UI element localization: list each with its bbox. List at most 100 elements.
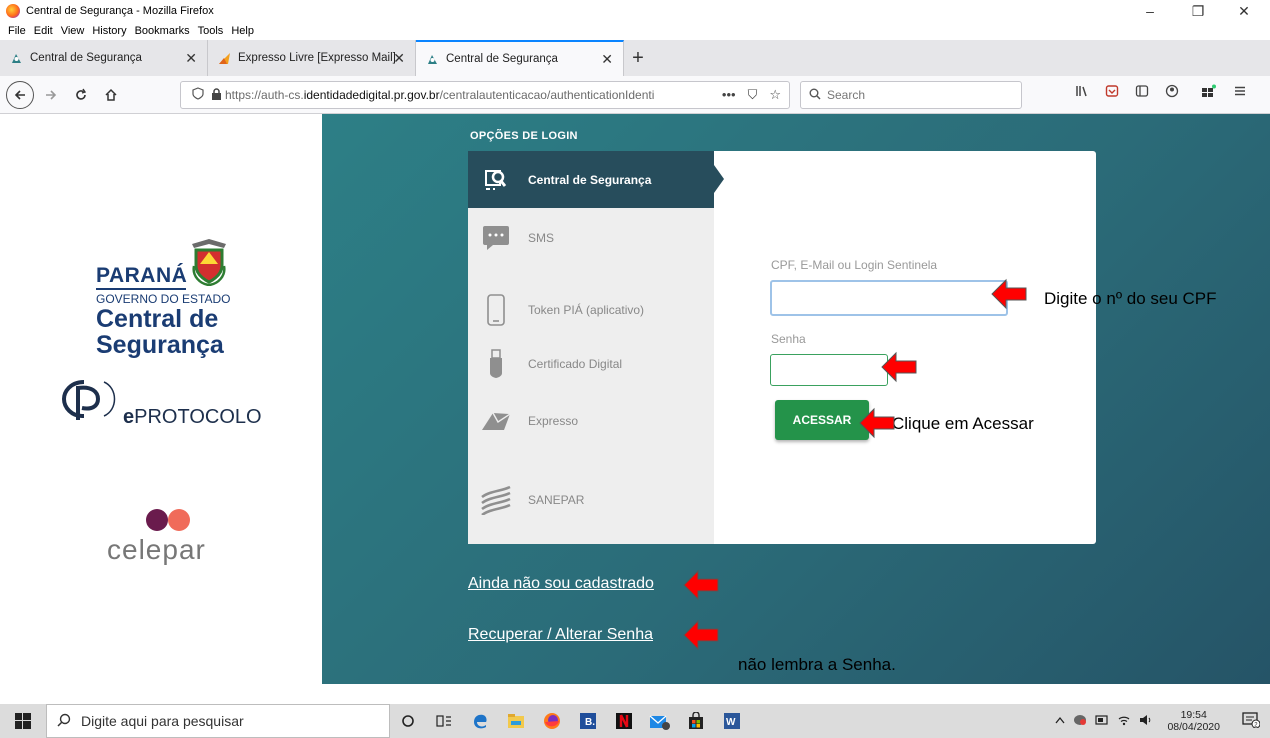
login-options-heading: OPÇÕES DE LOGIN [470, 130, 578, 142]
search-shield-icon [478, 167, 514, 193]
tab-close-icon[interactable]: ✕ [601, 51, 613, 68]
option-label: Certificado Digital [528, 357, 623, 371]
eprotocolo-rest: PROTOCOLO [134, 406, 262, 428]
new-tab-button[interactable]: + [624, 40, 652, 76]
mail-icon [478, 410, 514, 432]
option-sanepar[interactable]: SANEPAR [468, 478, 714, 522]
url-actions: ••• ⛉ ☆ [722, 87, 781, 103]
option-central-seguranca[interactable]: Central de Segurança [468, 151, 724, 208]
menu-hamburger-icon[interactable] [1233, 84, 1247, 101]
parana-coat-of-arms-icon [192, 239, 226, 286]
chevron-up-icon[interactable] [1055, 715, 1065, 727]
url-bar[interactable]: https://auth-cs. identidadedigital.pr.gov… [180, 81, 790, 109]
forward-button[interactable] [38, 82, 64, 108]
menu-tools[interactable]: Tools [198, 25, 224, 37]
menu-help[interactable]: Help [231, 25, 254, 37]
b-app-icon[interactable]: B. [570, 704, 606, 738]
annotation-acessar: Clique em Acessar [892, 414, 1034, 433]
reload-button[interactable] [68, 82, 94, 108]
windows-taskbar: Digite aqui para pesquisar B. W 19:54 08… [0, 704, 1270, 738]
tab-close-icon[interactable]: ✕ [393, 50, 405, 67]
page-content: PARANÁ GOVERNO DO ESTADO Central de Segu… [0, 114, 1270, 684]
pocket-icon[interactable]: ⛉ [748, 87, 758, 103]
cortana-icon[interactable] [390, 704, 426, 738]
link-recuperar-senha[interactable]: Recuperar / Alterar Senha [468, 626, 653, 644]
tracking-shield-icon[interactable] [189, 87, 207, 103]
menu-bar: File Edit View History Bookmarks Tools H… [0, 22, 1270, 40]
wifi-icon[interactable] [1117, 714, 1131, 729]
bookmark-star-icon[interactable]: ☆ [769, 87, 781, 103]
edge-icon[interactable] [462, 704, 498, 738]
tab-label: Central de Segurança [446, 53, 558, 65]
account-icon[interactable] [1165, 84, 1179, 101]
volume-icon[interactable] [1139, 714, 1153, 729]
option-label: SMS [528, 231, 555, 245]
option-expresso[interactable]: Expresso [468, 401, 714, 441]
red-arrow-left-icon [683, 619, 719, 651]
word-icon[interactable]: W [714, 704, 750, 738]
governo-text: GOVERNO DO ESTADO [96, 292, 231, 306]
red-arrow-left-icon [859, 407, 895, 439]
url-path: /centralautenticacao/authenticationIdent… [439, 88, 655, 102]
back-button[interactable] [6, 80, 34, 109]
window-title: Central de Segurança - Mozilla Firefox [26, 5, 214, 17]
maximize-button[interactable]: ❐ [1178, 0, 1218, 22]
cpf-input[interactable] [770, 280, 1008, 316]
central-seguranca-logo: Central de Segurança [96, 306, 256, 358]
option-sms[interactable]: SMS [468, 218, 714, 258]
option-certificado-digital[interactable]: Certificado Digital [468, 344, 714, 384]
firefox-taskbar-icon[interactable] [534, 704, 570, 738]
mail-taskbar-icon[interactable] [642, 704, 678, 738]
parana-logo-text: PARANÁ [96, 264, 188, 287]
link-ainda-nao-cadastrado[interactable]: Ainda não sou cadastrado [468, 575, 654, 593]
notifications-icon[interactable]: 2 [1242, 712, 1261, 731]
menu-bookmarks[interactable]: Bookmarks [135, 25, 190, 37]
acessar-button[interactable]: ACESSAR [775, 400, 869, 440]
tab-expresso-livre[interactable]: Expresso Livre [Expresso Mail] ✕ [208, 40, 416, 76]
netflix-icon[interactable] [606, 704, 642, 738]
menu-history[interactable]: History [92, 25, 126, 37]
start-button[interactable] [0, 704, 46, 738]
usb-token-icon [478, 349, 514, 379]
extension-icon[interactable] [1201, 84, 1217, 101]
menu-view[interactable]: View [61, 25, 85, 37]
annotation-senha: não lembra a Senha. [738, 655, 896, 674]
menu-file[interactable]: File [8, 25, 26, 37]
tab-central-seguranca-active[interactable]: Central de Segurança ✕ [416, 40, 624, 76]
arrow-left-icon [14, 89, 25, 100]
tab-central-seguranca-1[interactable]: Central de Segurança ✕ [0, 40, 208, 76]
cpf-label: CPF, E-Mail ou Login Sentinela [771, 258, 938, 272]
sidebar-icon[interactable] [1135, 84, 1149, 101]
option-token-pia[interactable]: Token PIÁ (aplicativo) [468, 288, 714, 332]
battery-icon[interactable] [1095, 714, 1109, 728]
library-icon[interactable] [1075, 84, 1089, 101]
central-line-2: Segurança [96, 331, 224, 359]
taskbar-search-input[interactable]: Digite aqui para pesquisar [46, 704, 390, 738]
close-window-button[interactable]: ✕ [1224, 0, 1264, 22]
expresso-favicon-icon [218, 52, 231, 65]
arrow-right-icon [46, 89, 57, 100]
file-explorer-icon[interactable] [498, 704, 534, 738]
store-icon[interactable] [678, 704, 714, 738]
sanepar-icon [478, 485, 514, 515]
lock-icon[interactable] [207, 87, 225, 103]
search-input[interactable]: Search [800, 81, 1022, 109]
menu-edit[interactable]: Edit [34, 25, 53, 37]
minimize-button[interactable]: – [1130, 0, 1170, 22]
eprotocolo-text: ePROTOCOLO [123, 406, 262, 429]
reload-icon [76, 88, 87, 100]
eprotocolo-mark-icon [61, 380, 116, 420]
eprotocolo-e: e [123, 406, 135, 428]
pocket-toolbar-icon[interactable] [1105, 84, 1119, 101]
task-view-icon[interactable] [426, 704, 462, 738]
red-arrow-left-icon [991, 278, 1027, 310]
central-line-1: Central de [96, 305, 219, 333]
antivirus-icon[interactable] [1073, 714, 1087, 729]
page-actions-icon[interactable]: ••• [722, 87, 736, 103]
senha-input[interactable] [770, 354, 888, 386]
login-panel: Central de Segurança SMS Token PIÁ (apli… [468, 151, 1096, 544]
tab-close-icon[interactable]: ✕ [185, 50, 197, 67]
home-button[interactable] [98, 82, 124, 108]
taskbar-clock[interactable]: 19:54 08/04/2020 [1167, 709, 1220, 733]
svg-text:W: W [726, 717, 736, 728]
